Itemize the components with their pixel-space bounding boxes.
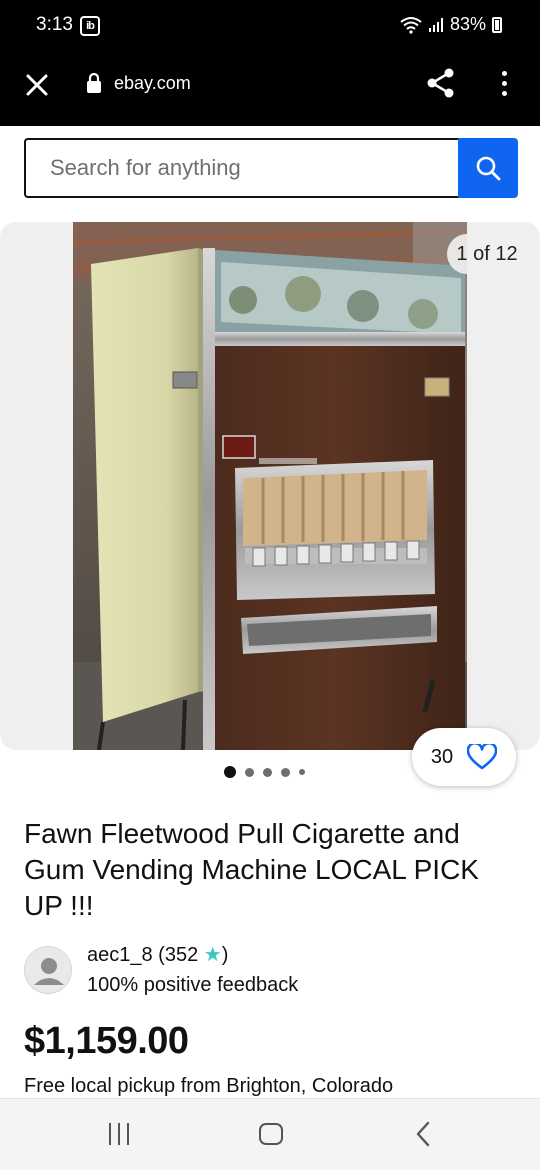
lock-icon — [87, 72, 101, 93]
battery-text: 83% — [449, 14, 486, 34]
watch-button[interactable]: 30 — [412, 728, 516, 786]
price: $1,159.00 — [24, 1020, 189, 1062]
user-icon — [34, 958, 64, 985]
home-icon[interactable] — [259, 1123, 283, 1145]
share-icon[interactable] — [424, 66, 458, 100]
seller-avatar[interactable] — [24, 946, 72, 994]
heart-icon — [467, 744, 498, 770]
pagination-dot[interactable] — [299, 769, 305, 775]
image-gallery[interactable]: 1 of 12 — [0, 222, 540, 750]
search-input[interactable] — [24, 138, 458, 198]
product-photo[interactable] — [73, 222, 467, 750]
listing-title: Fawn Fleetwood Pull Cigarette and Gum Ve… — [24, 818, 479, 921]
search-icon — [476, 156, 501, 181]
system-nav-bar — [0, 1098, 540, 1170]
url-text[interactable]: ebay.com — [114, 73, 191, 94]
status-time: 3:13 — [36, 14, 73, 35]
star-icon: ★ — [203, 944, 222, 966]
pagination-dot[interactable] — [281, 767, 290, 777]
watch-count: 30 — [430, 745, 454, 768]
pagination-dot[interactable] — [245, 767, 254, 777]
seller-feedback: 100% positive feedback — [87, 974, 299, 996]
pagination-dot[interactable] — [263, 767, 272, 777]
close-tab-button[interactable] — [20, 68, 54, 102]
seller-name[interactable]: aec1_8 (352 ★) — [87, 942, 228, 967]
battery-icon — [492, 16, 502, 33]
browser-toolbar: ebay.com — [0, 52, 540, 126]
app-notification-icon: ib — [80, 16, 100, 36]
image-counter: 1 of 12 — [447, 234, 527, 274]
gallery-pagination — [224, 766, 305, 778]
more-vert-icon[interactable] — [492, 66, 516, 100]
signal-icon — [428, 17, 443, 32]
status-bar: 3:13 ib 83% — [0, 0, 540, 52]
shipping-info: Free local pickup from Brighton, Colorad… — [24, 1075, 394, 1097]
pagination-dot[interactable] — [224, 766, 236, 778]
seller-info[interactable]: aec1_8 (352 ★) 100% positive feedback — [24, 940, 520, 1000]
wifi-icon — [400, 16, 422, 34]
search-bar — [24, 138, 518, 198]
seller-name-suffix: ) — [221, 944, 229, 966]
back-icon[interactable] — [414, 1121, 432, 1147]
status-indicators: 83% — [400, 14, 502, 35]
search-button[interactable] — [458, 138, 518, 198]
close-icon — [26, 74, 48, 96]
seller-name-text: aec1_8 (352 — [87, 944, 199, 966]
recent-apps-icon[interactable] — [109, 1123, 129, 1145]
